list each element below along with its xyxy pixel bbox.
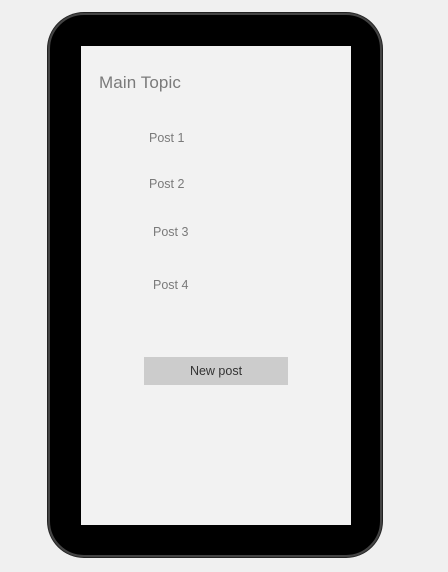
post-link-2[interactable]: Post 2: [149, 177, 184, 191]
app-screen: Main Topic Post 1 Post 2 Post 3 Post 4 N…: [81, 46, 351, 525]
new-post-button[interactable]: New post: [144, 357, 288, 385]
post-link-3[interactable]: Post 3: [153, 225, 188, 239]
page-title: Main Topic: [99, 73, 181, 92]
post-link-1[interactable]: Post 1: [149, 131, 184, 145]
post-link-4[interactable]: Post 4: [153, 278, 188, 292]
